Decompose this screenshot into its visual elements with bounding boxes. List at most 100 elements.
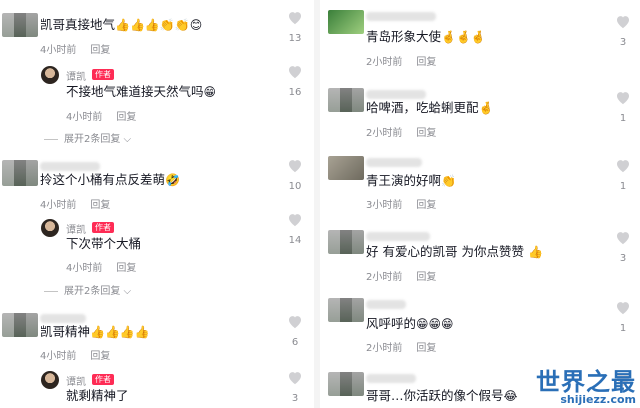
heart-icon [617, 302, 629, 315]
comment-meta: 2小时前 回复 [366, 268, 436, 283]
like-button[interactable]: 3 [613, 230, 633, 264]
timestamp: 4小时前 [40, 351, 77, 362]
avatar[interactable] [328, 88, 364, 112]
timestamp: 4小时前 [66, 263, 103, 274]
divider-line [44, 138, 58, 140]
like-button[interactable]: 3 [613, 14, 633, 48]
username-blurred [366, 12, 436, 21]
comment-text: 凯哥精神👍👍👍👍 [40, 324, 150, 339]
avatar[interactable] [328, 156, 364, 180]
like-count: 1 [619, 323, 627, 334]
avatar[interactable] [328, 372, 364, 396]
reply-button[interactable]: 回复 [116, 112, 136, 123]
username-blurred [366, 158, 422, 167]
reply-button[interactable]: 回复 [416, 57, 436, 68]
comment-meta: 4小时前 回复 [40, 196, 110, 211]
comment-meta: 4小时前 回复 [40, 347, 110, 362]
comment-text: 凯哥真接地气👍👍👍👏👏😊 [40, 17, 203, 32]
comment-text: 拎这个小桶有点反差萌🤣 [40, 172, 180, 187]
heart-icon [617, 160, 629, 173]
heart-icon [289, 316, 301, 329]
like-button[interactable]: 14 [285, 212, 305, 246]
comment-text: 哥哥…你活跃的像个假号😂 [366, 388, 518, 403]
reply-button[interactable]: 回复 [90, 200, 110, 211]
author-avatar[interactable] [41, 66, 59, 84]
like-button[interactable]: 1 [613, 90, 633, 124]
author-tag: 作者 [92, 374, 114, 385]
username-blurred [40, 162, 100, 171]
like-button[interactable]: 1 [613, 158, 633, 192]
username-blurred [366, 90, 426, 99]
avatar[interactable] [2, 13, 38, 37]
timestamp: 4小时前 [66, 112, 103, 123]
comment-meta: 2小时前 回复 [366, 339, 436, 354]
expand-replies-button[interactable]: 展开2条回复 ⌵ [44, 282, 131, 297]
watermark-title: 世界之最 [536, 368, 636, 396]
heart-icon [617, 92, 629, 105]
username-blurred [366, 232, 430, 241]
heart-icon [289, 12, 301, 25]
reply-text: 下次带个大桶 [66, 236, 142, 251]
like-button[interactable]: 1 [613, 300, 633, 334]
like-count: 6 [291, 337, 299, 348]
comment-meta: 4小时前 回复 [40, 41, 110, 56]
expand-replies-button[interactable]: 展开2条回复 ⌵ [44, 130, 131, 145]
comment-text: 好 有爱心的凯哥 为你点赞赞 👍 [366, 244, 543, 259]
like-button[interactable]: 6 [285, 314, 305, 348]
avatar[interactable] [328, 10, 364, 34]
like-button[interactable]: 16 [285, 64, 305, 98]
reply-button[interactable]: 回复 [90, 351, 110, 362]
heart-icon [617, 16, 629, 29]
username-blurred [366, 374, 416, 383]
reply-button[interactable]: 回复 [116, 263, 136, 274]
timestamp: 2小时前 [366, 343, 403, 354]
heart-icon [617, 232, 629, 245]
like-count: 10 [288, 181, 302, 192]
heart-icon [289, 214, 301, 227]
reply-meta: 4小时前 回复 [66, 108, 136, 123]
avatar[interactable] [328, 230, 364, 254]
author-name[interactable]: 谭凯 [66, 221, 86, 236]
like-count: 16 [288, 87, 302, 98]
reply-button[interactable]: 回复 [416, 128, 436, 139]
author-tag: 作者 [92, 69, 114, 80]
timestamp: 2小时前 [366, 57, 403, 68]
like-button[interactable]: 13 [285, 10, 305, 44]
timestamp: 2小时前 [366, 128, 403, 139]
username-blurred [40, 314, 86, 323]
comments-column-left: 凯哥真接地气👍👍👍👏👏😊 4小时前 回复 13 谭凯 作者 不接地气难道接天然气吗… [0, 0, 314, 408]
author-avatar[interactable] [41, 371, 59, 389]
timestamp: 4小时前 [40, 45, 77, 56]
author-name[interactable]: 谭凯 [66, 373, 86, 388]
heart-icon [289, 66, 301, 79]
watermark: 世界之最 shijiezz.com [536, 370, 636, 406]
like-button[interactable]: 10 [285, 158, 305, 192]
reply-button[interactable]: 回复 [90, 45, 110, 56]
chevron-down-icon: ⌵ [120, 134, 132, 145]
avatar[interactable] [2, 313, 38, 337]
reply-text: 不接地气难道接天然气吗😁 [66, 84, 217, 99]
like-button[interactable]: 3 [285, 370, 305, 404]
comments-column-right: 青岛形象大使🤞🤞🤞 2小时前 回复 3 哈啤酒，吃蛤蜊更配🤞 2小时前 回复 1 青… [320, 0, 640, 408]
like-count: 3 [619, 37, 627, 48]
like-count: 14 [288, 235, 302, 246]
avatar[interactable] [2, 160, 38, 186]
chevron-down-icon: ⌵ [120, 286, 132, 297]
reply-meta: 4小时前 回复 [66, 259, 136, 274]
avatar[interactable] [328, 298, 364, 322]
author-avatar[interactable] [41, 219, 59, 237]
like-count: 1 [619, 181, 627, 192]
author-tag: 作者 [92, 222, 114, 233]
reply-button[interactable]: 回复 [416, 343, 436, 354]
reply-button[interactable]: 回复 [416, 200, 436, 211]
comment-meta: 2小时前 回复 [366, 53, 436, 68]
like-count: 13 [288, 33, 302, 44]
author-name[interactable]: 谭凯 [66, 68, 86, 83]
divider-line [44, 290, 58, 292]
comment-text: 哈啤酒，吃蛤蜊更配🤞 [366, 100, 494, 115]
like-count: 3 [619, 253, 627, 264]
timestamp: 2小时前 [366, 272, 403, 283]
reply-text: 就剩精神了 [66, 388, 129, 403]
reply-button[interactable]: 回复 [416, 272, 436, 283]
like-count: 3 [291, 393, 299, 404]
